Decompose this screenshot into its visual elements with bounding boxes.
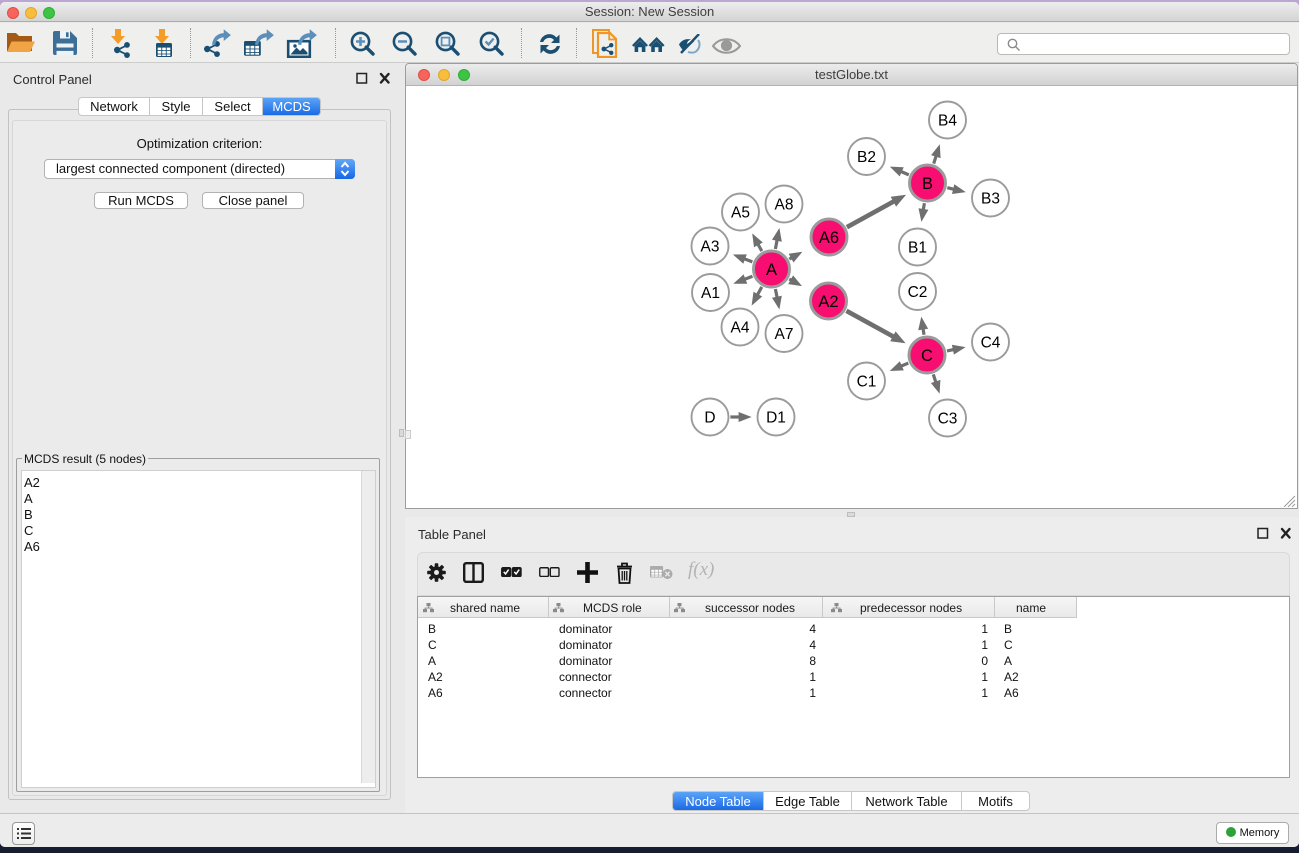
- svg-text:A3: A3: [701, 239, 720, 256]
- svg-text:A6: A6: [819, 229, 839, 247]
- svg-text:A8: A8: [775, 197, 794, 214]
- svg-text:B3: B3: [981, 191, 1000, 208]
- svg-text:A: A: [766, 261, 777, 279]
- svg-text:A7: A7: [775, 326, 794, 343]
- svg-text:D1: D1: [766, 410, 786, 427]
- svg-text:B4: B4: [938, 113, 957, 130]
- svg-text:A1: A1: [701, 285, 720, 302]
- svg-text:A5: A5: [731, 205, 750, 222]
- svg-text:A2: A2: [818, 293, 838, 311]
- svg-text:C3: C3: [938, 411, 958, 428]
- svg-text:D: D: [704, 410, 715, 427]
- svg-text:C1: C1: [857, 374, 877, 391]
- svg-text:C4: C4: [981, 335, 1001, 352]
- svg-text:B: B: [922, 175, 933, 193]
- svg-text:B1: B1: [908, 240, 927, 257]
- svg-text:C2: C2: [908, 284, 928, 301]
- svg-text:C: C: [921, 347, 933, 365]
- svg-text:B2: B2: [857, 149, 876, 166]
- svg-text:A4: A4: [731, 320, 750, 337]
